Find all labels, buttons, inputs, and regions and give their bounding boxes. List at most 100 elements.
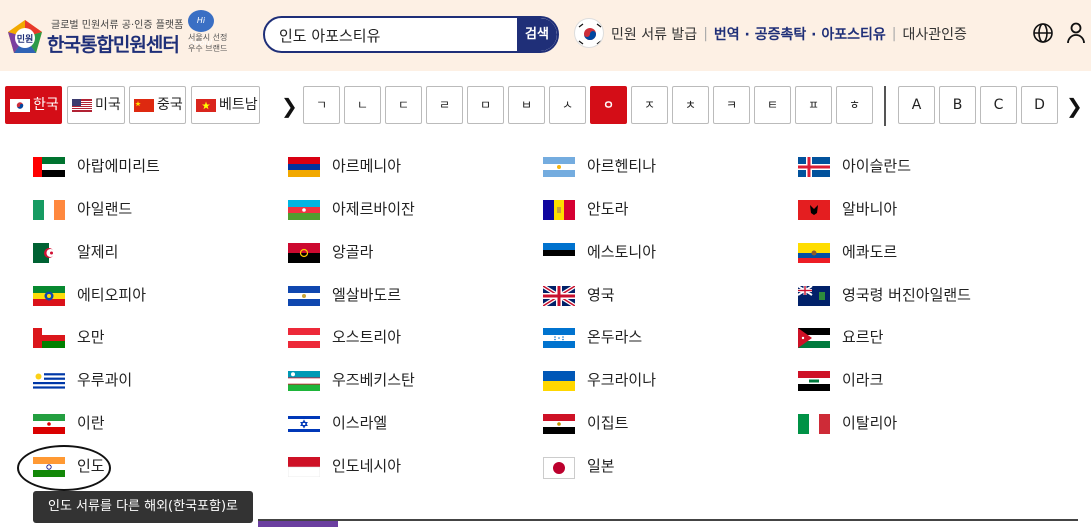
china-flag-icon	[134, 98, 154, 112]
bvi-flag-icon	[798, 286, 830, 306]
bottom-divider	[258, 519, 1078, 521]
country-name: 아제르바이잔	[332, 200, 415, 218]
tab-china[interactable]: 중국	[129, 86, 186, 124]
ethiopia-flag-icon	[33, 286, 65, 306]
key-digeut[interactable]: ㄷ	[385, 86, 422, 124]
tab-vietnam[interactable]: 베트남	[191, 86, 260, 124]
jordan-flag-icon	[798, 328, 830, 348]
tab-label: 미국	[95, 97, 121, 113]
argentina-flag-icon	[543, 157, 575, 177]
search-input[interactable]	[279, 24, 509, 46]
country-name: 이집트	[587, 414, 629, 432]
country-name: 아르헨티나	[587, 157, 657, 175]
egypt-flag-icon	[543, 414, 575, 434]
key-pieup[interactable]: ㅍ	[795, 86, 832, 124]
country-name: 이스라엘	[332, 414, 388, 432]
hiseoul-badge: Hi Seoul	[188, 10, 214, 47]
hiseoul-brand: Hi Seoul 서울시 선정 우수 브랜드	[184, 10, 228, 56]
country-name: 알바니아	[842, 200, 898, 218]
algeria-flag-icon	[33, 243, 65, 263]
country-name: 이란	[77, 414, 105, 432]
iceland-flag-icon	[798, 157, 830, 177]
iran-flag-icon	[33, 414, 65, 434]
country-name: 에티오피아	[77, 286, 147, 304]
nav-translation-apostille[interactable]: 번역 · 공증촉탁 · 아포스티유	[714, 27, 886, 43]
site-logo[interactable]: 민원 글로벌 민원서류 공·인증 플랫폼 한국통합민원센터	[5, 12, 195, 62]
country-name: 아르메니아	[332, 157, 402, 175]
country-name: 이라크	[842, 371, 884, 389]
uae-flag-icon	[33, 157, 65, 177]
key-ieung[interactable]: ㅇ	[590, 86, 627, 124]
israel-flag-icon	[288, 414, 320, 434]
armenia-flag-icon	[288, 157, 320, 177]
key-bieup[interactable]: ㅂ	[508, 86, 545, 124]
highlight-circle	[17, 445, 111, 491]
country-name: 우루과이	[77, 371, 133, 389]
tooltip: 인도 서류를 다른 해외(한국포함)로	[33, 491, 253, 523]
logo-tagline: 글로벌 민원서류 공·인증 플랫폼	[51, 20, 184, 31]
usa-flag-icon	[72, 98, 92, 112]
country-name: 오만	[77, 328, 105, 346]
chevron-right-icon[interactable]: ❯	[281, 94, 298, 118]
key-d[interactable]: D	[1021, 86, 1058, 124]
austria-flag-icon	[288, 328, 320, 348]
key-siot[interactable]: ㅅ	[549, 86, 586, 124]
iraq-flag-icon	[798, 371, 830, 391]
user-icon[interactable]	[1066, 22, 1086, 44]
country-name: 온두라스	[587, 328, 643, 346]
key-chieut[interactable]: ㅊ	[672, 86, 709, 124]
key-b[interactable]: B	[939, 86, 976, 124]
globe-icon[interactable]	[1032, 22, 1054, 44]
uruguay-flag-icon	[33, 371, 65, 391]
key-nieun[interactable]: ㄴ	[344, 86, 381, 124]
country-name: 아일랜드	[77, 200, 133, 218]
country-name: 엘살바도르	[332, 286, 402, 304]
vietnam-flag-icon	[196, 98, 216, 112]
tab-usa[interactable]: 미국	[67, 86, 125, 124]
key-hieut[interactable]: ㅎ	[836, 86, 873, 124]
oman-flag-icon	[33, 328, 65, 348]
korea-flag-icon	[574, 18, 604, 48]
tab-label: 중국	[157, 97, 183, 113]
indonesia-flag-icon	[288, 457, 320, 477]
key-rieul[interactable]: ㄹ	[426, 86, 463, 124]
country-name: 일본	[587, 457, 615, 475]
chevron-right-icon[interactable]: ❯	[1066, 94, 1083, 118]
country-name: 영국령 버진아일랜드	[842, 286, 971, 304]
italy-flag-icon	[798, 414, 830, 434]
key-jieut[interactable]: ㅈ	[631, 86, 668, 124]
ukraine-flag-icon	[543, 371, 575, 391]
logo-pentagon-icon: 민원	[8, 20, 42, 53]
key-divider	[884, 86, 886, 126]
country-name: 이탈리아	[842, 414, 898, 432]
key-c[interactable]: C	[980, 86, 1017, 124]
key-giyeok[interactable]: ㄱ	[303, 86, 340, 124]
country-name: 알제리	[77, 243, 119, 261]
country-name: 아랍에미리트	[77, 157, 160, 175]
logo-title: 한국통합민원센터	[47, 34, 180, 56]
nav-issue-docs[interactable]: 민원 서류 발급	[611, 27, 697, 43]
angola-flag-icon	[288, 243, 320, 263]
top-nav: 민원 서류 발급 | 번역 · 공증촉탁 · 아포스티유 | 대사관인증	[611, 26, 967, 43]
country-name: 우크라이나	[587, 371, 657, 389]
key-mieum[interactable]: ㅁ	[467, 86, 504, 124]
honduras-flag-icon	[543, 328, 575, 348]
key-a[interactable]: A	[898, 86, 935, 124]
uzbekistan-flag-icon	[288, 371, 320, 391]
nav-embassy-cert[interactable]: 대사관인증	[902, 27, 966, 43]
ireland-flag-icon	[33, 200, 65, 220]
country-name: 안도라	[587, 200, 629, 218]
search-button[interactable]: 검색	[517, 18, 557, 51]
tab-korea[interactable]: 한국	[5, 86, 62, 124]
tab-label: 한국	[33, 97, 59, 113]
hiseoul-line1: 서울시 선정	[188, 33, 228, 42]
country-name: 에콰도르	[842, 243, 898, 261]
country-name: 요르단	[842, 328, 884, 346]
key-kieuk[interactable]: ㅋ	[713, 86, 750, 124]
country-name: 아이슬란드	[842, 157, 912, 175]
bottom-banner-edge	[258, 521, 338, 527]
logo-mark-text: 민원	[17, 33, 34, 45]
country-name: 에스토니아	[587, 243, 657, 261]
estonia-flag-icon	[543, 243, 575, 263]
key-tieut[interactable]: ㅌ	[754, 86, 791, 124]
